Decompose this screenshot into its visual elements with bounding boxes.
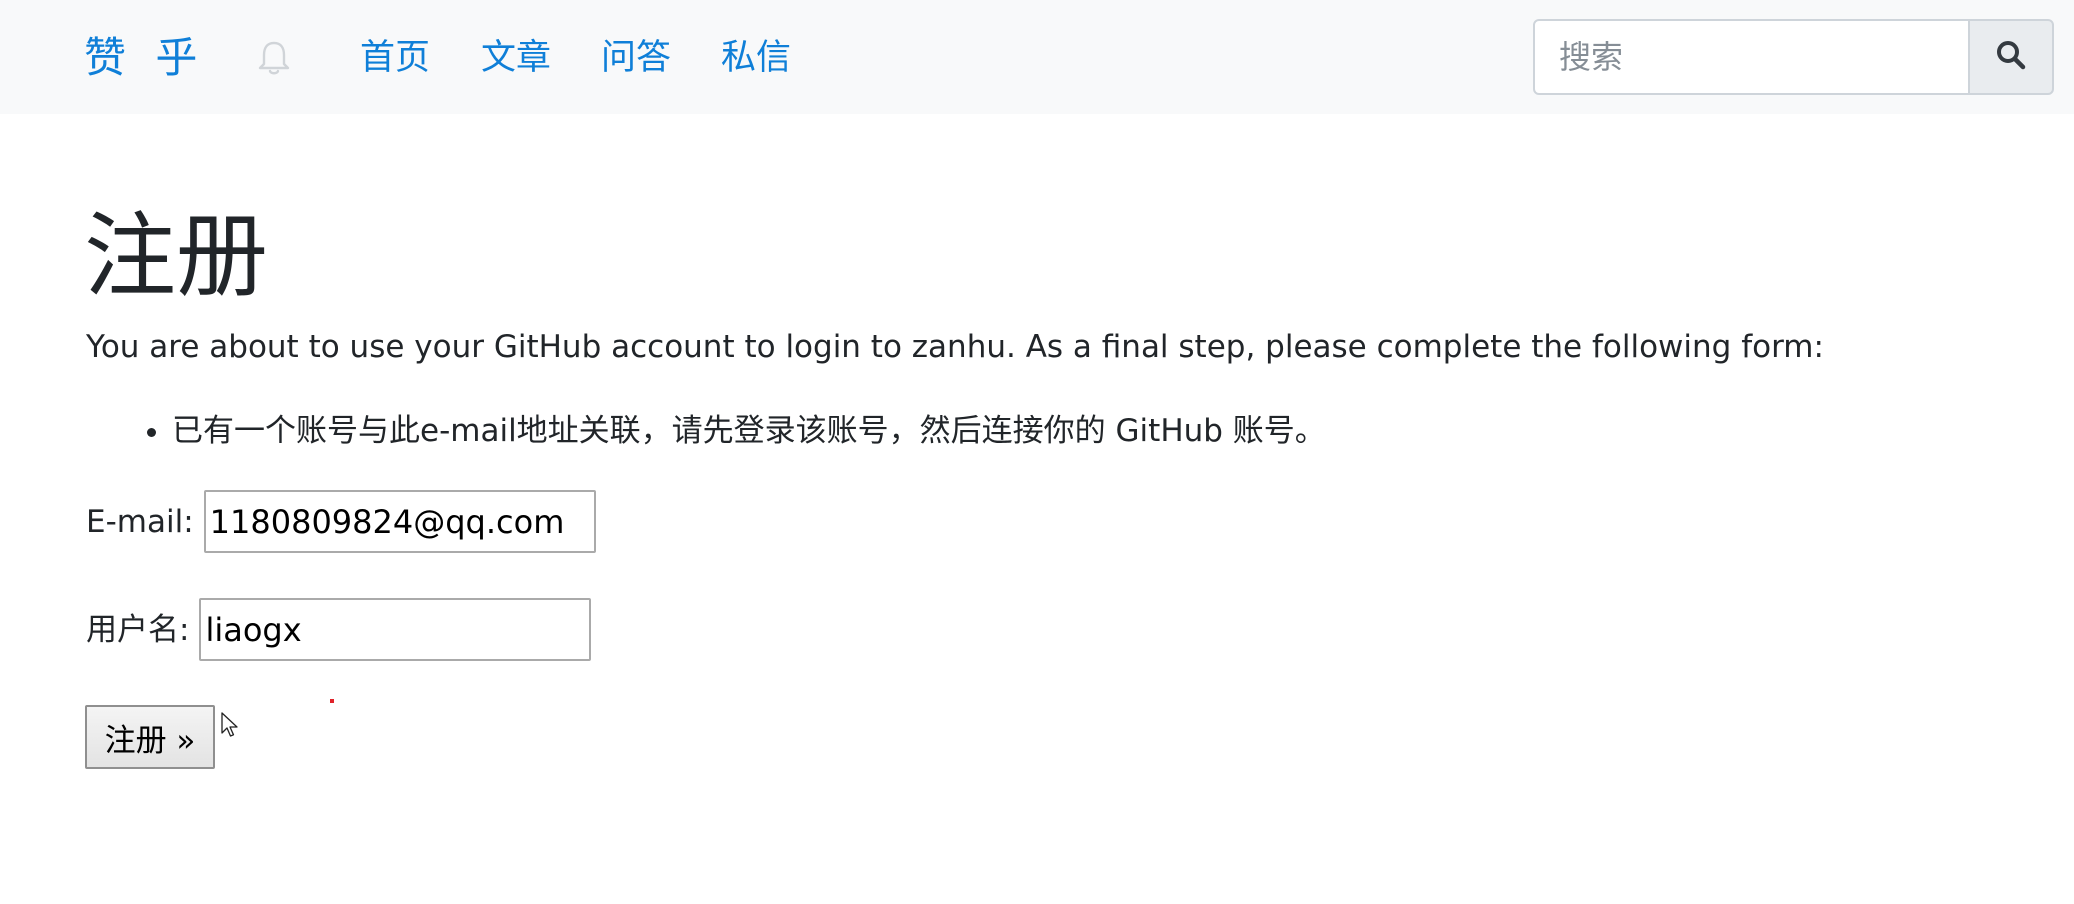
search-button[interactable] — [1968, 19, 2054, 95]
nav-link-home[interactable]: 首页 — [360, 36, 430, 80]
intro-text: You are about to use your GitHub account… — [86, 329, 1824, 365]
username-field[interactable] — [199, 598, 592, 661]
brand-logo[interactable]: 赞 乎 — [84, 32, 205, 84]
signup-submit-button[interactable]: 注册 » — [85, 705, 215, 769]
email-label: E-mail: — [86, 503, 194, 540]
nav-link-articles[interactable]: 文章 — [481, 36, 551, 80]
username-row: 用户名: — [86, 598, 592, 661]
notice-item: 已有一个账号与此e-mail地址关联，请先登录该账号，然后连接你的 GitHub… — [172, 410, 1326, 452]
email-field[interactable] — [203, 490, 596, 553]
red-dot-marker — [330, 699, 334, 703]
email-row: E-mail: — [86, 490, 596, 553]
search-input[interactable] — [1533, 19, 1970, 95]
page-title: 注册 — [84, 203, 269, 310]
nav-link-messages[interactable]: 私信 — [721, 36, 791, 80]
notice-list: 已有一个账号与此e-mail地址关联，请先登录该账号，然后连接你的 GitHub… — [86, 410, 1326, 452]
bell-icon[interactable] — [254, 38, 294, 78]
search-icon — [1995, 39, 2027, 75]
navbar: 赞 乎 首页 文章 问答 私信 — [0, 0, 2074, 114]
username-label: 用户名: — [86, 611, 190, 648]
mouse-cursor-icon — [221, 712, 239, 738]
nav-link-qa[interactable]: 问答 — [601, 36, 671, 80]
